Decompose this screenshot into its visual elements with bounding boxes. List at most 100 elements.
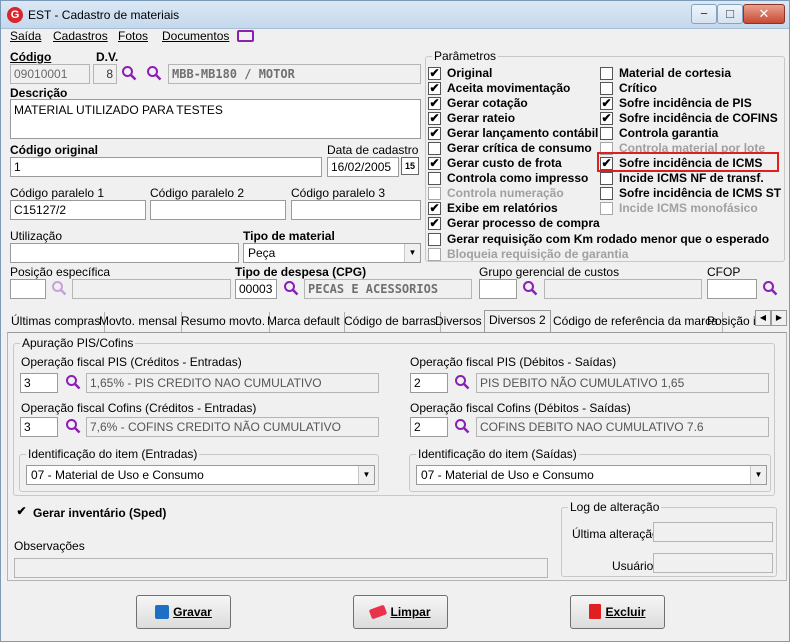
data-cadastro-field[interactable]: 16/02/2005 [327, 157, 399, 177]
cfop-label: CFOP [707, 265, 741, 279]
maximize-button[interactable]: □ [717, 4, 743, 24]
tab-diversos[interactable]: Diversos [431, 312, 487, 332]
tab-diversos-2[interactable]: Diversos 2 [484, 310, 551, 332]
posicao-field[interactable] [10, 279, 46, 299]
ident-saidas-select[interactable]: 07 - Material de Uso e Consumo ▼ [416, 465, 767, 485]
wide-checkbox-0[interactable] [428, 233, 441, 246]
tab-marca-default[interactable]: Marca default [263, 312, 345, 332]
observacoes-field[interactable] [14, 558, 548, 578]
left-checkbox-4[interactable]: ✔ [428, 127, 441, 140]
limpar-label: Limpar [390, 605, 431, 619]
right-checkbox-label-8: Sofre incidência de ICMS ST [619, 186, 782, 200]
search-icon[interactable] [522, 280, 538, 298]
search-icon[interactable] [65, 418, 81, 436]
eraser-icon [369, 604, 388, 620]
gravar-button[interactable]: Gravar [136, 595, 231, 629]
search-icon[interactable] [454, 374, 470, 392]
left-checkbox-label-10: Gerar processo de compra [447, 216, 600, 230]
left-checkbox-label-0: Original [447, 66, 493, 80]
search-icon[interactable] [65, 374, 81, 392]
search-icon[interactable] [146, 65, 162, 83]
op-cof-deb-desc: COFINS DEBITO NAO CUMULATIVO 7.6 [476, 417, 769, 437]
left-checkbox-label-3: Gerar rateio [447, 111, 516, 125]
posicao-desc-field [72, 279, 231, 299]
tab-scroll-right-icon[interactable]: ▶ [771, 310, 787, 326]
left-checkbox-10[interactable]: ✔ [428, 217, 441, 230]
right-checkbox-label-9: Incide ICMS monofásico [619, 201, 758, 215]
close-button[interactable]: ✕ [743, 4, 785, 24]
grupo-gerencial-field[interactable] [479, 279, 517, 299]
op-cof-deb-code[interactable]: 2 [410, 417, 448, 437]
descricao-field[interactable]: MATERIAL UTILIZADO PARA TESTES [10, 99, 421, 139]
calendar-icon[interactable]: 15 [401, 157, 419, 175]
right-checkbox-2[interactable]: ✔ [600, 97, 613, 110]
search-icon[interactable] [762, 280, 778, 298]
menu-saida[interactable]: Saída [10, 29, 41, 43]
left-checkbox-label-5: Gerar crítica de consumo [447, 141, 592, 155]
right-checkbox-9[interactable] [600, 202, 613, 215]
right-checkbox-4[interactable] [600, 127, 613, 140]
tab-posicao[interactable]: Posição i [703, 312, 760, 332]
tab-resumo-movto[interactable]: Resumo movto. [177, 312, 271, 332]
right-checkbox-8[interactable] [600, 187, 613, 200]
monitor-icon[interactable] [237, 30, 254, 42]
tipo-material-select[interactable]: Peça ▼ [243, 243, 421, 263]
utilizacao-field[interactable] [10, 243, 239, 263]
left-checkbox-3[interactable]: ✔ [428, 112, 441, 125]
left-checkbox-9[interactable]: ✔ [428, 202, 441, 215]
op-pis-cred-code[interactable]: 3 [20, 373, 58, 393]
left-checkbox-label-2: Gerar cotação [447, 96, 528, 110]
cfop-field[interactable] [707, 279, 757, 299]
op-pis-deb-label: Operação fiscal PIS (Débitos - Saídas) [410, 355, 617, 369]
right-checkbox-label-0: Material de cortesia [619, 66, 732, 80]
tab-ultimas-compras[interactable]: Últimas compras [7, 312, 106, 332]
codigo-field[interactable]: 09010001 [10, 64, 90, 84]
paralelo1-field[interactable]: C15127/2 [10, 200, 146, 220]
ultima-alteracao-label: Última alteração [572, 527, 659, 541]
search-icon[interactable] [121, 65, 137, 83]
right-checkbox-0[interactable] [600, 67, 613, 80]
paralelo2-field[interactable] [150, 200, 286, 220]
left-checkbox-6[interactable]: ✔ [428, 157, 441, 170]
utilizacao-label: Utilização [10, 229, 63, 243]
usuario-field [653, 553, 773, 573]
op-pis-deb-code[interactable]: 2 [410, 373, 448, 393]
sped-checkbox[interactable]: ✔ [15, 505, 28, 519]
menu-bar: Saída Cadastros Fotos Documentos [1, 29, 789, 47]
ultima-alteracao-field [653, 522, 773, 542]
op-cof-cred-code[interactable]: 3 [20, 417, 58, 437]
gravar-label: Gravar [173, 605, 212, 619]
menu-cadastros[interactable]: Cadastros [53, 29, 108, 43]
paralelo3-label: Código paralelo 3 [291, 186, 386, 200]
minimize-button[interactable]: − [691, 4, 717, 24]
excluir-button[interactable]: Excluir [570, 595, 665, 629]
op-cof-cred-desc: 7,6% - COFINS CREDITO NÃO CUMULATIVO [86, 417, 379, 437]
search-icon[interactable] [283, 280, 299, 298]
tipo-despesa-code[interactable]: 00003 [235, 279, 277, 299]
menu-fotos[interactable]: Fotos [118, 29, 148, 43]
tab-scroll-left-icon[interactable]: ◀ [755, 310, 771, 326]
codigo-original-field[interactable]: 1 [10, 157, 322, 177]
search-icon[interactable] [454, 418, 470, 436]
tab-codigo-referencia[interactable]: Código de referência da marca [549, 312, 723, 332]
right-checkbox-7[interactable] [600, 172, 613, 185]
left-checkbox-8[interactable] [428, 187, 441, 200]
left-checkbox-1[interactable]: ✔ [428, 82, 441, 95]
window-title: EST - Cadastro de materiais [28, 8, 180, 22]
menu-documentos[interactable]: Documentos [162, 29, 229, 43]
left-checkbox-2[interactable]: ✔ [428, 97, 441, 110]
paralelo3-field[interactable] [291, 200, 421, 220]
left-checkbox-0[interactable]: ✔ [428, 67, 441, 80]
left-checkbox-7[interactable] [428, 172, 441, 185]
tab-movto-mensal[interactable]: Movto. mensal [95, 312, 183, 332]
ident-entradas-select[interactable]: 07 - Material de Uso e Consumo ▼ [26, 465, 375, 485]
left-checkbox-5[interactable] [428, 142, 441, 155]
left-checkbox-label-8: Controla numeração [447, 186, 564, 200]
tab-codigo-barras[interactable]: Código de barras [340, 312, 442, 332]
right-checkbox-label-4: Controla garantia [619, 126, 719, 140]
right-checkbox-1[interactable] [600, 82, 613, 95]
right-checkbox-3[interactable]: ✔ [600, 112, 613, 125]
wide-checkbox-1[interactable] [428, 248, 441, 261]
limpar-button[interactable]: Limpar [353, 595, 448, 629]
search-icon[interactable] [51, 280, 67, 298]
